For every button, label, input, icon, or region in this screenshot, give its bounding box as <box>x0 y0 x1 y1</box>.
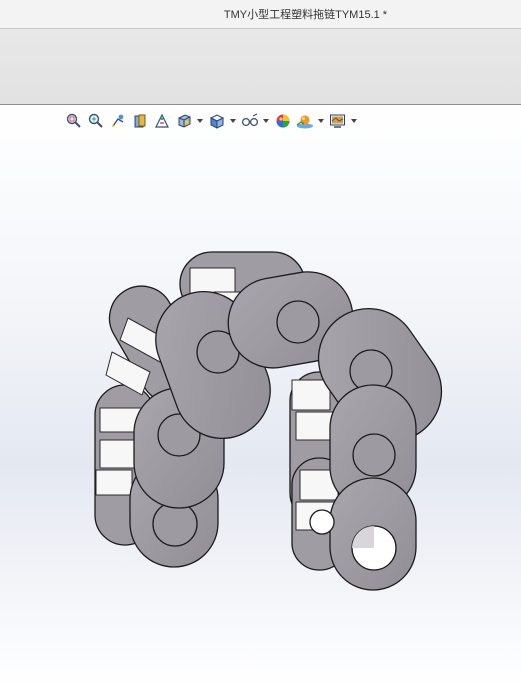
pivot-hole <box>152 501 198 547</box>
pivot-hole <box>352 433 396 477</box>
title-bar: TMY小型工程塑料拖链TYM15.1 * <box>0 0 521 29</box>
command-manager-ribbon <box>0 29 521 105</box>
crossbar <box>291 379 331 411</box>
drag-chain-3d-model[interactable] <box>0 105 521 685</box>
open-pivot-hole <box>309 509 335 535</box>
pivot-hole <box>276 300 320 344</box>
graphics-area[interactable] <box>0 105 521 685</box>
crossbar <box>95 469 133 496</box>
window-title: TMY小型工程塑料拖链TYM15.1 * <box>223 9 388 21</box>
